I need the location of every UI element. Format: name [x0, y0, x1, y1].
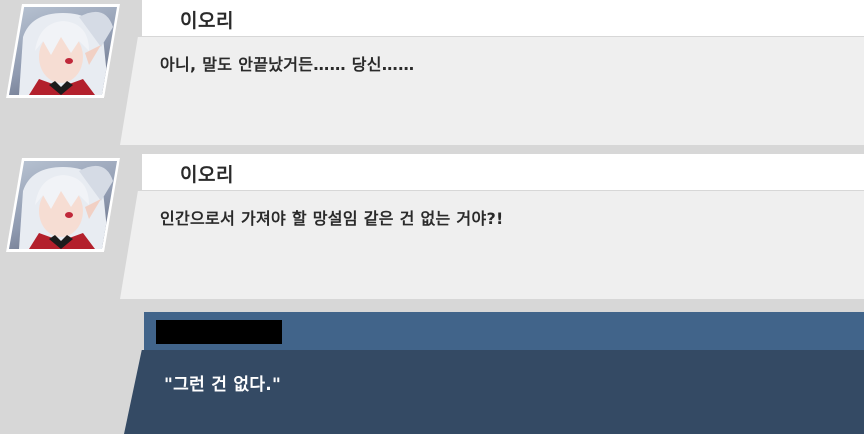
- speaker-name: 이오리: [180, 10, 234, 32]
- character-portrait-icon: [9, 7, 117, 95]
- dialogue-entry: 이오리 아니, 말도 안끝났거든…… 당신……: [0, 0, 864, 150]
- player-reply-entry: "그런 건 없다.": [124, 312, 864, 434]
- dialogue-card: 이오리 아니, 말도 안끝났거든…… 당신……: [120, 0, 864, 148]
- player-name-bar: [144, 312, 864, 350]
- character-portrait-icon: [9, 161, 117, 249]
- speaker-name-bar: 이오리: [142, 154, 864, 190]
- character-avatar: [6, 158, 120, 252]
- dialogue-text-box: 인간으로서 가져야 할 망설임 같은 건 없는 거야?!: [120, 191, 864, 299]
- dialogue-text: 아니, 말도 안끝났거든…… 당신……: [160, 55, 415, 74]
- player-reply-box: "그런 건 없다.": [124, 350, 864, 434]
- dialogue-card: 이오리 인간으로서 가져야 할 망설임 같은 건 없는 거야?!: [120, 154, 864, 302]
- player-reply-text: "그런 건 없다.": [164, 375, 282, 395]
- dialogue-entry: 이오리 인간으로서 가져야 할 망설임 같은 건 없는 거야?!: [0, 154, 864, 304]
- dialogue-log: 이오리 아니, 말도 안끝났거든…… 당신…… 이오리 인간으로서 가져야 할 …: [0, 0, 864, 434]
- speaker-name-bar: 이오리: [142, 0, 864, 36]
- dialogue-text-box: 아니, 말도 안끝났거든…… 당신……: [120, 37, 864, 145]
- character-avatar: [6, 4, 120, 98]
- speaker-name: 이오리: [180, 164, 234, 186]
- redacted-player-name: [156, 320, 282, 344]
- dialogue-text: 인간으로서 가져야 할 망설임 같은 건 없는 거야?!: [160, 209, 504, 228]
